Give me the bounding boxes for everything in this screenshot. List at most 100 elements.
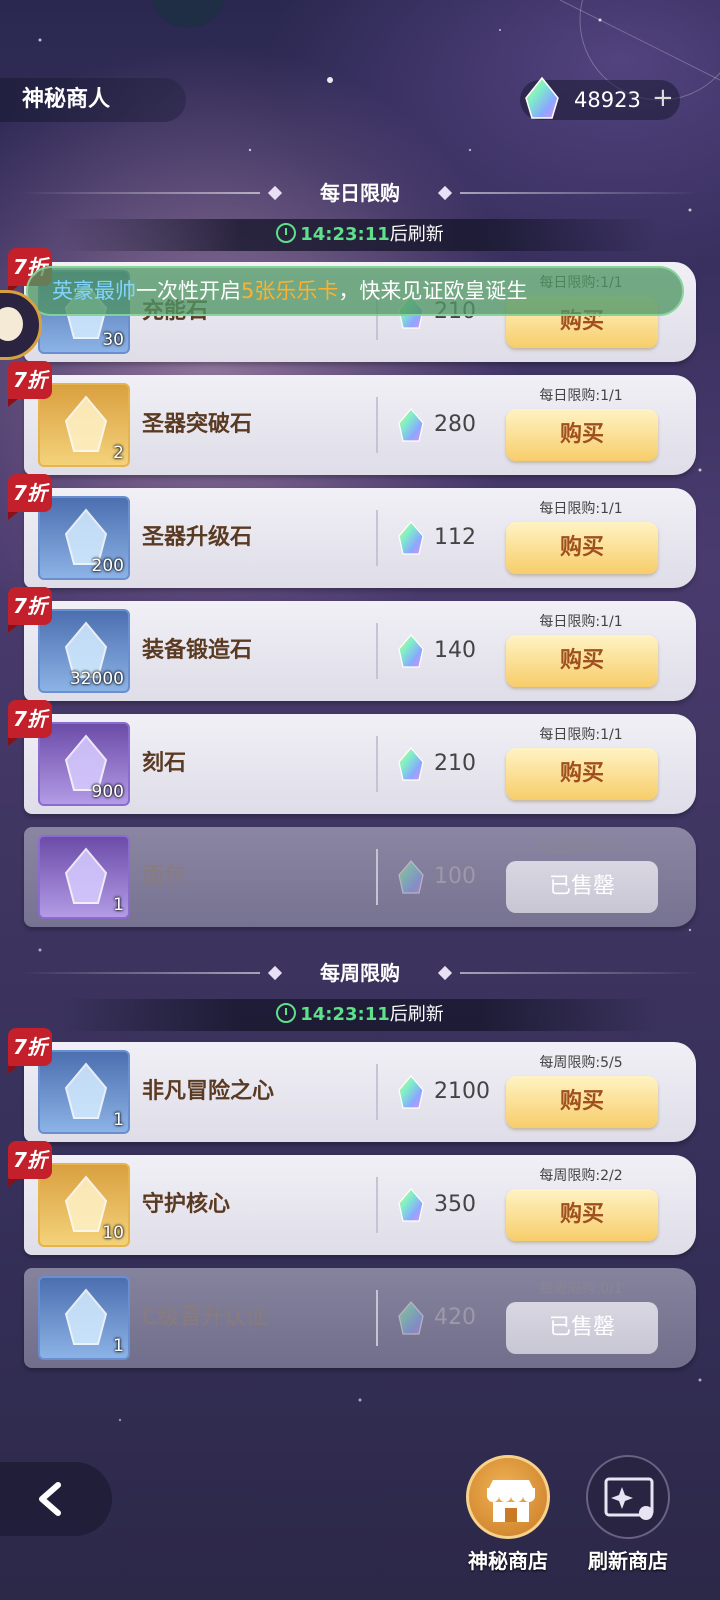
back-button[interactable] [0,1462,112,1536]
shop-stall-icon [466,1455,550,1539]
item-quantity: 200 [91,556,124,576]
discount-badge: 7折 [8,1141,52,1187]
buy-button[interactable]: 购买 [506,748,658,800]
marquee-text-1: 一次性开启 [136,279,241,303]
purchase-limit: 每日限购:1/1 [539,501,623,517]
purchase-limit: 每日限购:1/1 [539,388,623,404]
item-name: 刻石 [142,751,187,776]
mystic-shop-tab[interactable]: 神秘商店 [448,1455,568,1575]
announcement-marquee: 英豪最帅一次性开启5张乐乐卡，快来见证欧皇诞生 [26,266,684,316]
item-quantity: 1 [113,1336,124,1356]
refresh-shop-tab[interactable]: 刷新商店 [568,1455,688,1575]
item-name: 守护核心 [142,1192,231,1217]
item-name: 装备锻造石 [142,638,253,663]
discount-badge: 7折 [8,1028,52,1074]
item-price: 210 [434,751,476,776]
item-quantity: 1 [113,895,124,915]
item-name: 非凡冒险之心 [142,1079,275,1104]
weekly-refresh-timer: 14:23:11后刷新 [60,999,660,1031]
timer-suffix: 后刷新 [389,1004,444,1025]
buy-button[interactable]: 购买 [506,1076,658,1128]
sold-out-button: 已售罄 [506,861,658,913]
marquee-username: 英豪最帅 [52,279,136,303]
row-divider [376,736,378,792]
shop-item-row: 1 非凡冒险之心 2100 每周限购:5/5 购买 7折 [8,1028,696,1142]
timer-suffix: 后刷新 [389,224,444,245]
buy-button[interactable]: 购买 [506,635,658,687]
shop-item-row: 1 C级晋升认证 420 每周限购:0/1 已售罄 [24,1268,696,1368]
rainbow-gem-icon [398,860,424,894]
clock-icon [276,223,297,243]
mystic-shop-label: 神秘商店 [468,1549,548,1573]
marquee-highlight: 5张乐乐卡 [241,279,339,303]
discount-badge: 7折 [8,700,52,746]
clock-icon [276,1003,297,1023]
shop-item-row: 900 刻石 210 每日限购:1/1 购买 7折 [8,700,696,814]
marquee-text-2: ，快来见证欧皇诞生 [338,279,528,303]
rainbow-gem-icon [398,634,424,668]
purchase-limit: 每日限购:1/1 [539,614,623,630]
rainbow-gem-icon [398,521,424,555]
shop-title: 神秘商人 [0,78,186,122]
item-name: 圣器突破石 [142,412,253,437]
item-price: 2100 [434,1079,490,1104]
item-quantity: 30 [102,330,124,350]
purchase-limit: 每周限购:2/2 [539,1168,623,1184]
shop-item-row: 2 圣器突破石 280 每日限购:1/1 购买 7折 [8,361,696,475]
mascot-avatar[interactable] [150,0,226,28]
row-divider [376,1064,378,1120]
item-icon[interactable]: 200 [38,496,130,580]
discount-badge: 7折 [8,474,52,520]
item-quantity: 10 [102,1223,124,1243]
back-chevron-icon [39,1482,61,1516]
item-icon[interactable]: 1 [38,1050,130,1134]
purchase-limit: 每日限购:1/1 [539,727,623,743]
shop-item-row: 1 面包 100 每日限购:0/9 已售罄 [24,827,696,927]
item-icon[interactable]: 900 [38,722,130,806]
purchase-limit: 每周限购:0/1 [539,1281,623,1297]
timer-value: 14:23:11 [300,224,390,245]
rainbow-gem-icon [398,1075,424,1109]
item-price: 350 [434,1192,476,1217]
shop-item-row: 32000 装备锻造石 140 每日限购:1/1 购买 7折 [8,587,696,701]
item-price: 140 [434,638,476,663]
item-price: 100 [434,864,476,889]
buy-button[interactable]: 购买 [506,1189,658,1241]
item-name: 面包 [142,864,187,889]
daily-refresh-timer: 14:23:11后刷新 [60,219,660,251]
timer-value: 14:23:11 [300,1004,390,1025]
shop-item-row: 200 圣器升级石 112 每日限购:1/1 购买 7折 [8,474,696,588]
item-icon[interactable]: 32000 [38,609,130,693]
currency-amount: 48923 [574,88,641,112]
rainbow-gem-icon [525,76,559,119]
item-icon[interactable]: 1 [38,1276,130,1360]
rainbow-gem-icon [398,747,424,781]
item-price: 420 [434,1305,476,1330]
buy-button[interactable]: 购买 [506,409,658,461]
sold-out-button: 已售罄 [506,1302,658,1354]
item-icon[interactable]: 2 [38,383,130,467]
item-quantity: 1 [113,1110,124,1130]
item-icon[interactable]: 1 [38,835,130,919]
refresh-card-icon [586,1455,670,1539]
purchase-limit: 每周限购:5/5 [539,1055,623,1071]
row-divider [376,1290,378,1346]
rainbow-gem-icon [398,1301,424,1335]
item-price: 112 [434,525,476,550]
buy-button[interactable]: 购买 [506,522,658,574]
row-divider [376,849,378,905]
add-currency-button[interactable]: + [652,78,674,118]
item-icon[interactable]: 10 [38,1163,130,1247]
currency-display[interactable]: 48923 + [520,76,680,120]
row-divider [376,623,378,679]
weekly-section-title: 每周限购 [0,958,720,988]
refresh-shop-label: 刷新商店 [588,1549,668,1573]
rainbow-gem-icon [398,408,424,442]
purchase-limit: 每日限购:0/9 [539,840,623,856]
row-divider [376,510,378,566]
item-quantity: 2 [113,443,124,463]
item-name: 圣器升级石 [142,525,253,550]
daily-section-title: 每日限购 [0,178,720,208]
shop-item-row: 10 守护核心 350 每周限购:2/2 购买 7折 [8,1141,696,1255]
rainbow-gem-icon [398,1188,424,1222]
